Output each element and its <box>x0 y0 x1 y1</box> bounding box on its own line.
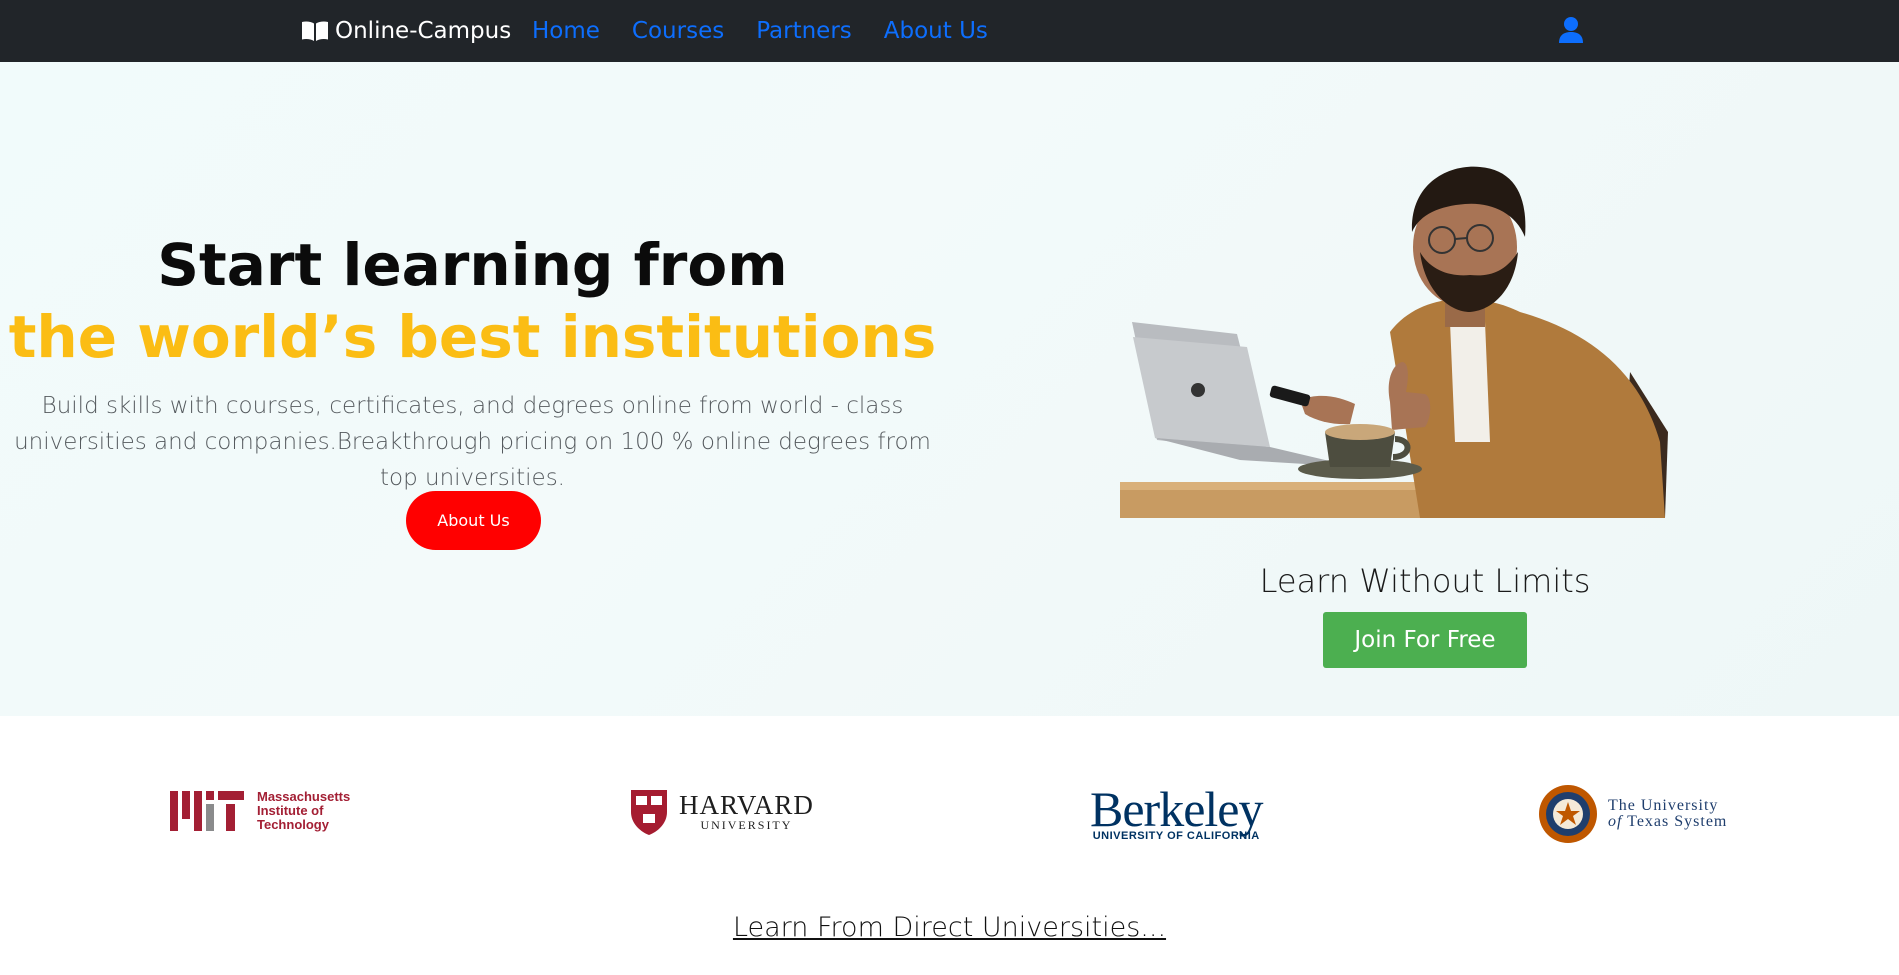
hero-description: Build skills with courses, certificates,… <box>14 393 931 491</box>
ut-line2-rest: Texas System <box>1627 813 1728 830</box>
about-us-button[interactable]: About Us <box>406 491 541 550</box>
hero-headline-line2: the world’s best institutions <box>8 303 937 371</box>
hero-headline-line1: Start learning from <box>157 231 788 299</box>
hero-text-block: Start learning from the world’s best ins… <box>0 62 945 716</box>
harvard-shield-icon <box>631 790 667 835</box>
harvard-logo[interactable]: HARVARD UNIVERSITY <box>629 788 814 836</box>
nav-link-partners[interactable]: Partners <box>756 18 852 44</box>
mit-line2: Institute of <box>257 803 324 818</box>
nav-link-home[interactable]: Home <box>532 18 600 44</box>
mit-line1: Massachusetts <box>257 789 351 804</box>
mit-wordmark: Massachusetts Institute of Technology <box>257 790 350 832</box>
harvard-wordmark: HARVARD UNIVERSITY <box>679 789 814 833</box>
nav-link-courses[interactable]: Courses <box>632 18 724 44</box>
ut-line1: The University <box>1608 797 1719 814</box>
mit-logo[interactable]: Massachusetts Institute of Technology <box>170 786 350 836</box>
partners-section: Massachusetts Institute of Technology HA… <box>0 716 1899 975</box>
top-navbar: Online-Campus Home Courses Partners Abou… <box>0 0 1899 62</box>
ut-wordmark: The University of Texas System <box>1608 798 1727 830</box>
hero-section: Start learning from the world’s best ins… <box>0 62 1899 716</box>
mit-line3: Technology <box>257 817 329 832</box>
nav-link-about-us[interactable]: About Us <box>884 18 988 44</box>
berkeley-wordmark: Berkeley UNIVERSITY OF CALIFORNIA <box>1090 781 1263 842</box>
hero-photo <box>1120 166 1668 518</box>
berkeley-logo[interactable]: Berkeley UNIVERSITY OF CALIFORNIA <box>1090 781 1263 844</box>
nav-links: Home Courses Partners About Us <box>532 14 988 48</box>
mit-mark-icon <box>170 791 244 831</box>
user-icon[interactable] <box>1558 16 1584 44</box>
ut-line2-prefix: of <box>1608 813 1623 830</box>
ut-line2: of Texas System <box>1608 814 1727 830</box>
brand-name: Online-Campus <box>335 18 512 44</box>
berkeley-name: Berkeley <box>1090 781 1263 837</box>
brand-link[interactable]: Online-Campus <box>301 14 511 48</box>
learn-without-limits-title: Learn Without Limits <box>1259 562 1591 600</box>
berkeley-sub: UNIVERSITY OF CALIFORNIA <box>1092 830 1260 842</box>
ut-system-logo[interactable]: The University of Texas System <box>1538 784 1727 844</box>
harvard-sub: UNIVERSITY <box>700 817 793 832</box>
direct-universities-row: Learn From Direct Universities... <box>0 912 1899 943</box>
harvard-name: HARVARD <box>679 789 814 820</box>
learn-from-direct-universities-link[interactable]: Learn From Direct Universities... <box>733 912 1166 943</box>
ut-seal-icon <box>1539 785 1597 843</box>
join-for-free-button[interactable]: Join For Free <box>1323 612 1527 668</box>
book-open-icon <box>302 21 328 41</box>
